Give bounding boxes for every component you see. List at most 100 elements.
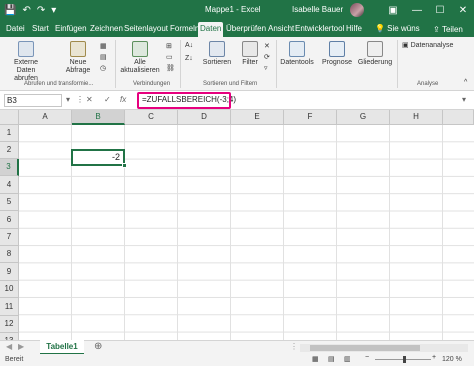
page-layout-view-icon[interactable]: ▤ — [328, 355, 335, 363]
row-header[interactable]: 6 — [0, 211, 19, 229]
show-queries-icon[interactable]: ▦ — [100, 42, 107, 50]
from-table-icon[interactable]: ▤ — [100, 53, 107, 61]
row-header[interactable]: 12 — [0, 316, 19, 333]
zoom-out-icon[interactable]: − — [365, 354, 369, 361]
tab-splitter-icon[interactable]: ⋮ — [290, 342, 298, 351]
name-box[interactable]: B3 — [4, 94, 62, 107]
add-sheet-icon[interactable]: ⊕ — [94, 341, 102, 352]
clear-filter-icon[interactable]: ✕ — [264, 42, 270, 50]
sort-descending-icon[interactable]: Z↓ — [185, 55, 193, 62]
grip-icon: ⋮ — [76, 95, 84, 104]
sheet-tab-tabelle1[interactable]: Tabelle1 — [40, 340, 84, 355]
close-button[interactable]: ✕ — [452, 0, 474, 22]
sort-button[interactable]: Sortieren — [202, 41, 232, 67]
save-icon[interactable]: 💾 — [4, 3, 16, 19]
forecast-button[interactable]: Prognose — [318, 41, 356, 67]
tab-ansicht[interactable]: Ansicht — [266, 22, 296, 37]
redo-icon[interactable]: ↷ — [37, 3, 45, 19]
minimize-button[interactable]: — — [406, 0, 428, 22]
zoom-slider-knob[interactable] — [403, 356, 406, 363]
ribbon: Externe Daten abrufen Neue Abfrage ▦ ▤ ◷… — [0, 37, 474, 91]
advanced-filter-icon[interactable]: ▿ — [264, 64, 268, 72]
properties-icon[interactable]: ▭ — [166, 53, 173, 61]
undo-icon[interactable]: ↶ — [22, 3, 30, 19]
scrollbar-thumb[interactable] — [310, 345, 420, 351]
filter-icon — [242, 41, 258, 57]
edit-links-icon[interactable]: ⛓ — [166, 64, 175, 72]
reapply-filter-icon[interactable]: ⟳ — [264, 53, 270, 61]
select-all-corner[interactable] — [0, 110, 19, 125]
insert-function-icon[interactable]: fx — [120, 95, 126, 104]
expand-formula-bar-icon[interactable]: ▾ — [462, 95, 466, 104]
tab-formeln[interactable]: Formeln — [168, 22, 201, 37]
tab-zeichnen[interactable]: Zeichnen — [88, 22, 125, 37]
status-text: Bereit — [5, 356, 24, 363]
name-box-dropdown-icon[interactable]: ▾ — [66, 95, 70, 104]
column-header[interactable]: H — [390, 110, 443, 125]
worksheet-grid[interactable]: A B C D E F G H 1 2 3 4 5 6 7 8 9 10 11 … — [0, 110, 474, 340]
sheet-nav-prev-icon[interactable]: ◀ — [6, 342, 12, 351]
column-header[interactable]: G — [337, 110, 390, 125]
column-header[interactable]: C — [125, 110, 178, 125]
column-header[interactable] — [443, 110, 474, 125]
collapse-ribbon-icon[interactable]: ^ — [464, 79, 467, 86]
sort-icon — [209, 41, 225, 57]
connections-icon[interactable]: ⊞ — [166, 42, 172, 50]
column-header[interactable]: A — [19, 110, 72, 125]
quick-access-toolbar: 💾 ↶ ↷ ▾ — [4, 3, 56, 19]
column-header[interactable]: B — [72, 110, 125, 125]
filter-button[interactable]: Filter — [238, 41, 262, 67]
outline-icon — [367, 41, 383, 57]
sheet-nav-next-icon[interactable]: ▶ — [18, 342, 24, 351]
tab-entwicklertools[interactable]: Entwicklertool — [293, 22, 346, 37]
row-header[interactable]: 8 — [0, 246, 19, 263]
active-cell-b3[interactable]: -2 — [71, 149, 125, 166]
fill-handle[interactable] — [122, 163, 127, 168]
maximize-button[interactable]: ☐ — [429, 0, 451, 22]
tab-hilfe[interactable]: Hilfe — [344, 22, 364, 37]
tab-datei[interactable]: Datei — [4, 22, 27, 37]
row-header[interactable]: 3 — [0, 159, 19, 176]
column-header[interactable]: D — [178, 110, 231, 125]
zoom-level[interactable]: 120 % — [442, 356, 462, 363]
formula-highlight-box — [137, 92, 231, 109]
row-header[interactable]: 2 — [0, 142, 19, 159]
confirm-icon[interactable]: ✓ — [104, 95, 111, 104]
tell-me-search[interactable]: 💡 Sie wüns — [375, 24, 420, 33]
ribbon-display-icon[interactable]: ▣ — [382, 0, 404, 22]
data-tools-button[interactable]: Datentools — [278, 41, 316, 67]
sort-ascending-icon[interactable]: A↓ — [185, 42, 193, 49]
page-break-view-icon[interactable]: ▥ — [344, 355, 351, 363]
zoom-in-icon[interactable]: + — [432, 354, 436, 361]
avatar[interactable] — [350, 3, 364, 17]
recent-sources-icon[interactable]: ◷ — [100, 64, 106, 72]
row-header[interactable]: 10 — [0, 281, 19, 298]
row-header[interactable]: 5 — [0, 194, 19, 211]
share-button[interactable]: ⇪ Teilen — [425, 23, 471, 36]
tab-start[interactable]: Start — [30, 22, 51, 37]
tab-einfuegen[interactable]: Einfügen — [53, 22, 89, 37]
row-header[interactable]: 7 — [0, 229, 19, 246]
tab-seitenlayout[interactable]: Seitenlayout — [122, 22, 170, 37]
normal-view-icon[interactable]: ▦ — [312, 355, 319, 363]
outline-button[interactable]: Gliederung — [356, 41, 394, 67]
data-analysis-icon: ▣ — [402, 42, 411, 49]
tab-ueberpruefen[interactable]: Überprüfen — [224, 22, 268, 37]
column-header[interactable]: F — [284, 110, 337, 125]
row-header[interactable]: 13 — [0, 333, 19, 340]
row-header[interactable]: 1 — [0, 125, 19, 142]
database-icon — [18, 41, 34, 57]
customize-qat-icon[interactable]: ▾ — [51, 3, 56, 19]
user-name[interactable]: Isabelle Bauer — [292, 5, 343, 14]
row-header[interactable]: 11 — [0, 298, 19, 316]
row-header[interactable]: 4 — [0, 176, 19, 194]
horizontal-scrollbar[interactable] — [300, 344, 468, 352]
data-analysis-button[interactable]: ▣ Datenanalyse — [402, 41, 453, 49]
new-query-button[interactable]: Neue Abfrage — [60, 41, 96, 75]
cancel-icon[interactable]: ✕ — [86, 95, 93, 104]
row-header[interactable]: 9 — [0, 263, 19, 281]
tab-daten[interactable]: Daten — [198, 22, 224, 37]
refresh-all-button[interactable]: Alle aktualisieren — [118, 41, 162, 75]
column-header[interactable]: E — [231, 110, 284, 125]
get-external-data-button[interactable]: Externe Daten abrufen — [4, 41, 48, 83]
